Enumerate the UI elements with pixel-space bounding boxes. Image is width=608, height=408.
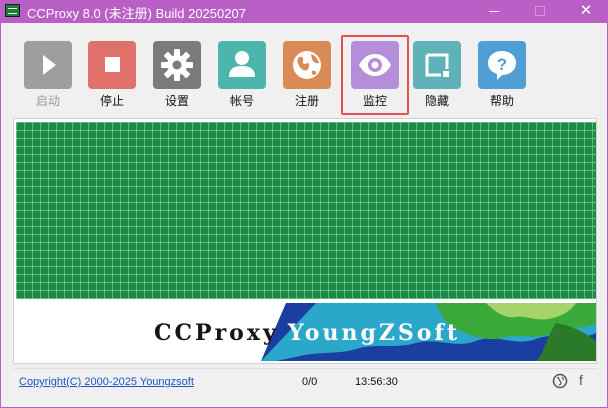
account-button-label: 帐号	[229, 94, 254, 108]
app-window: CCProxy 8.0 (未注册) Build 20250207 ✕ 启动 停止	[1, 0, 607, 407]
banner-wordmark: CCProxy	[154, 320, 279, 346]
brand-banner[interactable]: CCProxy YoungZSoft	[16, 303, 596, 361]
traffic-counter: 0/0	[302, 376, 318, 388]
banner-company: YoungZSoft	[288, 320, 461, 346]
gear-icon	[153, 41, 201, 89]
app-icon	[5, 4, 20, 17]
globe-icon	[283, 41, 331, 89]
stop-icon	[88, 41, 136, 89]
maximize-button	[517, 0, 563, 23]
svg-text:?: ?	[497, 55, 507, 74]
account-button[interactable]: 帐号	[212, 41, 272, 111]
status-bar: Copyright(C) 2000-2025 Youngzsoft 0/0 13…	[13, 368, 597, 394]
stop-button[interactable]: 停止	[82, 41, 142, 111]
hide-icon	[413, 41, 461, 89]
help-icon: ?	[478, 41, 526, 89]
website-globe-icon[interactable]	[552, 373, 568, 389]
help-button[interactable]: ? 帮助	[472, 41, 532, 111]
close-button[interactable]: ✕	[563, 0, 607, 23]
play-icon	[24, 41, 72, 89]
traffic-graph	[16, 122, 596, 299]
monitor-button[interactable]: 监控	[345, 41, 405, 111]
maximize-icon	[535, 6, 545, 16]
hide-button-label: 隐藏	[424, 94, 449, 108]
minimize-icon	[489, 11, 499, 12]
eye-icon	[351, 41, 399, 89]
start-button-label: 启动	[35, 94, 60, 108]
window-title: CCProxy 8.0 (未注册) Build 20250207	[27, 6, 246, 21]
help-button-label: 帮助	[489, 94, 514, 108]
hide-button[interactable]: 隐藏	[407, 41, 467, 111]
start-button[interactable]: 启动	[18, 41, 78, 111]
facebook-icon[interactable]: f	[574, 372, 588, 389]
register-button-label: 注册	[294, 94, 319, 108]
register-button[interactable]: 注册	[277, 41, 337, 111]
user-icon	[218, 41, 266, 89]
minimize-button[interactable]	[471, 0, 517, 23]
stop-button-label: 停止	[99, 94, 124, 108]
copyright-link[interactable]: Copyright(C) 2000-2025 Youngzsoft	[19, 376, 194, 388]
monitor-button-label: 监控	[362, 94, 387, 108]
title-bar[interactable]: CCProxy 8.0 (未注册) Build 20250207 ✕	[1, 0, 607, 23]
toolbar: 启动 停止 设置 帐号 注册 监控 隐藏 ? 帮助	[1, 23, 607, 115]
settings-button[interactable]: 设置	[147, 41, 207, 111]
close-icon: ✕	[579, 2, 593, 19]
monitor-panel: CCProxy YoungZSoft	[13, 118, 597, 364]
settings-button-label: 设置	[164, 94, 189, 108]
status-time: 13:56:30	[355, 376, 398, 388]
